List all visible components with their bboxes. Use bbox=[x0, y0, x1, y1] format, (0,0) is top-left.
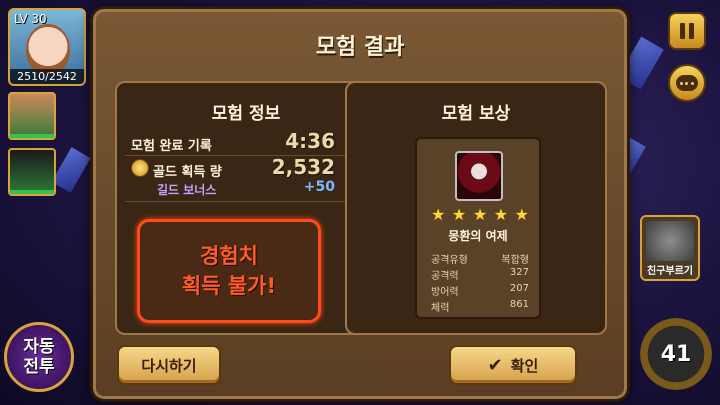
gold-label: 골드 획득 량 bbox=[153, 165, 222, 180]
check-icon: ✔ bbox=[487, 354, 503, 376]
stat-label: 공격유형 bbox=[431, 255, 468, 266]
exp-notice-line1: 경험치 bbox=[200, 244, 258, 268]
stat-row: 방어력 207 bbox=[431, 283, 529, 298]
reward-item-card[interactable]: ★ ★ ★ ★ ★ 몽환의 여제 공격유형 복합형 공격력 327 방어력 20… bbox=[415, 137, 541, 319]
dialog-title: 모험 결과 bbox=[315, 35, 405, 60]
stat-value: 327 bbox=[509, 267, 529, 278]
stat-row: 공격력 327 bbox=[431, 267, 529, 282]
hero-hp-text: 2510/2542 bbox=[10, 69, 84, 84]
exp-notice-line2: 획득 불가! bbox=[181, 274, 277, 298]
ally-hp-bar bbox=[10, 190, 54, 194]
stat-row: 체력 861 bbox=[431, 299, 529, 314]
guild-bonus-value: +50 bbox=[303, 179, 335, 195]
reward-item-portrait bbox=[455, 151, 503, 201]
info-panel-title: 모험 정보 bbox=[211, 104, 281, 124]
auto-battle-label-line1: 자동 bbox=[23, 337, 55, 357]
retry-button[interactable]: 다시하기 bbox=[117, 345, 221, 385]
ally-portrait-1[interactable] bbox=[8, 92, 56, 140]
confirm-button-label: 확인 bbox=[510, 356, 539, 375]
adventure-result-dialog: 모험 결과 모험 정보 모험 완료 기록 4:36 골드 획득 량 2,532 … bbox=[90, 6, 630, 402]
star-icon: ★ bbox=[431, 205, 446, 224]
friend-icon bbox=[646, 221, 694, 261]
retry-button-label: 다시하기 bbox=[141, 356, 197, 375]
star-icon: ★ bbox=[514, 205, 529, 224]
background-crystal bbox=[51, 147, 91, 193]
ally-portrait-2[interactable] bbox=[8, 148, 56, 196]
exp-unavailable-notice: 경험치 획득 불가! bbox=[137, 219, 321, 323]
reward-panel-title: 모험 보상 bbox=[441, 104, 511, 124]
auto-battle-label-line2: 전투 bbox=[23, 357, 55, 377]
stat-label: 방어력 bbox=[431, 287, 459, 298]
divider bbox=[125, 201, 369, 202]
pause-icon bbox=[678, 23, 696, 39]
reward-item-name: 몽환의 여제 bbox=[448, 229, 508, 243]
star-icon: ★ bbox=[451, 205, 467, 224]
stat-row: 공격유형 복합형 bbox=[431, 251, 529, 266]
star-icon: ★ bbox=[472, 205, 488, 224]
confirm-button[interactable]: ✔ 확인 bbox=[449, 345, 577, 385]
gold-value: 2,532 bbox=[271, 155, 335, 179]
stat-label: 공격력 bbox=[431, 271, 459, 282]
call-friend-label: 친구부르기 bbox=[647, 266, 693, 277]
chat-icon bbox=[676, 75, 698, 91]
stat-value: 207 bbox=[509, 283, 529, 294]
star-icon: ★ bbox=[493, 205, 509, 224]
stamina-counter: 41 bbox=[640, 318, 712, 390]
completion-time: 4:36 bbox=[285, 129, 335, 153]
gold-coin-icon bbox=[131, 159, 149, 177]
call-friend-button[interactable]: 친구부르기 bbox=[640, 215, 700, 281]
completion-label: 모험 완료 기록 bbox=[131, 139, 212, 154]
adventure-info-panel: 모험 정보 모험 완료 기록 4:36 골드 획득 량 2,532 길드 보너스… bbox=[115, 81, 377, 335]
stat-value: 복합형 bbox=[501, 255, 529, 266]
chat-button[interactable] bbox=[668, 64, 706, 102]
auto-battle-button[interactable]: 자동 전투 bbox=[4, 322, 74, 392]
hero-level: LV 30 bbox=[14, 12, 47, 26]
stat-label: 체력 bbox=[431, 303, 450, 314]
hero-portrait-card[interactable]: LV 30 2510/2542 bbox=[8, 8, 86, 86]
guild-bonus-label: 길드 보너스 bbox=[157, 183, 217, 197]
pause-button[interactable] bbox=[668, 12, 706, 50]
counter-value: 41 bbox=[660, 341, 692, 367]
stat-value: 861 bbox=[509, 299, 529, 310]
adventure-reward-panel: 모험 보상 ★ ★ ★ ★ ★ 몽환의 여제 공격유형 복합형 공격력 327 … bbox=[345, 81, 607, 335]
reward-star-rating: ★ ★ ★ ★ ★ bbox=[431, 207, 529, 223]
ally-hp-bar bbox=[10, 134, 54, 138]
hero-avatar bbox=[26, 24, 70, 74]
